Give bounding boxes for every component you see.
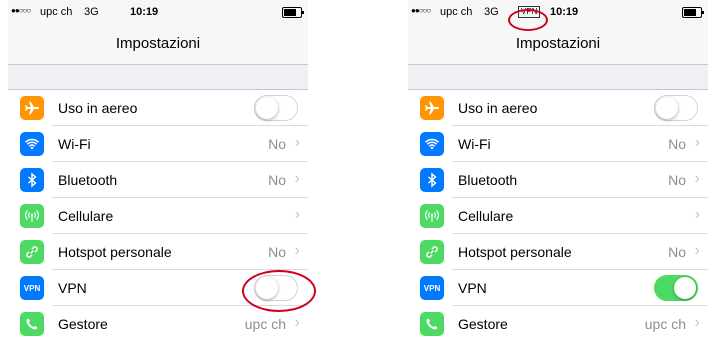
row-value: No — [268, 136, 286, 152]
settings-row-airplane[interactable]: Uso in aereo — [408, 90, 708, 126]
settings-screen-after: ●●○○○ upc ch 3G VPN 10:19 Impostazioni U… — [408, 0, 708, 338]
row-value: No — [268, 244, 286, 260]
settings-row-cellular[interactable]: Cellulare › — [8, 198, 308, 234]
row-value: upc ch — [644, 316, 686, 332]
hotspot-icon — [20, 240, 44, 264]
row-label: Hotspot personale — [58, 244, 172, 260]
row-value: No — [268, 172, 286, 188]
chevron-right-icon: › — [694, 206, 700, 223]
annotation-circle-vpn-toggle — [242, 270, 316, 312]
row-value: No — [668, 172, 686, 188]
row-label: Wi-Fi — [58, 136, 91, 152]
row-label: Bluetooth — [458, 172, 518, 188]
chevron-right-icon: › — [694, 134, 700, 151]
bluetooth-icon — [20, 168, 44, 192]
network-type: 3G — [484, 6, 499, 18]
row-value: No — [668, 244, 686, 260]
settings-row-bluetooth[interactable]: Bluetooth No › — [8, 162, 308, 198]
wifi-icon — [20, 132, 44, 156]
signal-strength: ●●○○○ — [411, 6, 431, 15]
settings-row-carrier[interactable]: Gestore upc ch › — [8, 306, 308, 338]
airplane-toggle[interactable] — [254, 95, 298, 121]
row-label: Uso in aereo — [458, 100, 538, 116]
toggle-knob — [256, 97, 278, 119]
battery-icon — [282, 7, 304, 18]
settings-row-hotspot[interactable]: Hotspot personale No › — [8, 234, 308, 270]
airplane-icon — [20, 96, 44, 120]
vpn-toggle[interactable] — [654, 275, 698, 301]
settings-row-cellular[interactable]: Cellulare › — [408, 198, 708, 234]
carrier-name: upc ch — [440, 6, 473, 18]
row-value: upc ch — [244, 316, 286, 332]
settings-row-bluetooth[interactable]: Bluetooth No › — [408, 162, 708, 198]
status-bar: ●●○○○ upc ch 3G VPN 10:19 — [408, 0, 708, 24]
row-label: VPN — [458, 280, 487, 296]
row-label: VPN — [58, 280, 87, 296]
row-label: Gestore — [458, 316, 508, 332]
settings-row-wifi[interactable]: Wi-Fi No › — [408, 126, 708, 162]
chevron-right-icon: › — [694, 170, 700, 187]
settings-row-wifi[interactable]: Wi-Fi No › — [8, 126, 308, 162]
chevron-right-icon: › — [294, 206, 300, 223]
signal-strength: ●●○○○ — [11, 6, 31, 15]
page-title: Impostazioni — [115, 35, 201, 52]
phone-icon — [20, 312, 44, 336]
wifi-icon — [420, 132, 444, 156]
battery-icon — [682, 7, 704, 18]
row-label: Cellulare — [58, 208, 114, 224]
settings-row-carrier[interactable]: Gestore upc ch › — [408, 306, 708, 338]
clock: 10:19 — [130, 6, 159, 18]
chevron-right-icon: › — [294, 314, 300, 331]
row-value: No — [668, 136, 686, 152]
chevron-right-icon: › — [694, 242, 700, 259]
row-label: Wi-Fi — [458, 136, 491, 152]
hotspot-icon — [420, 240, 444, 264]
chevron-right-icon: › — [694, 314, 700, 331]
status-bar: ●●○○○ upc ch 3G 10:19 — [8, 0, 308, 24]
airplane-icon — [420, 96, 444, 120]
row-label: Hotspot personale — [458, 244, 572, 260]
chevron-right-icon: › — [294, 170, 300, 187]
row-label: Cellulare — [458, 208, 514, 224]
page-title: Impostazioni — [515, 35, 601, 52]
toggle-knob — [656, 97, 678, 119]
airplane-toggle[interactable] — [654, 95, 698, 121]
settings-row-vpn[interactable]: VPN VPN — [408, 270, 708, 306]
toggle-knob — [674, 277, 696, 299]
row-label: Gestore — [58, 316, 108, 332]
bluetooth-icon — [420, 168, 444, 192]
vpn-icon: VPN — [20, 276, 44, 300]
nav-bar: Impostazioni — [8, 24, 308, 65]
settings-row-airplane[interactable]: Uso in aereo — [8, 90, 308, 126]
chevron-right-icon: › — [294, 134, 300, 151]
network-type: 3G — [84, 6, 99, 18]
carrier-name: upc ch — [40, 6, 73, 18]
cellular-icon — [420, 204, 444, 228]
row-label: Uso in aereo — [58, 100, 138, 116]
cellular-icon — [20, 204, 44, 228]
settings-row-hotspot[interactable]: Hotspot personale No › — [408, 234, 708, 270]
vpn-icon: VPN — [420, 276, 444, 300]
clock: 10:19 — [550, 6, 579, 18]
settings-list: Uso in aereo Wi-Fi No › Bluetooth No › C… — [408, 89, 708, 338]
phone-icon — [420, 312, 444, 336]
row-label: Bluetooth — [58, 172, 118, 188]
nav-bar: Impostazioni — [408, 24, 708, 65]
annotation-circle-vpn-badge — [508, 9, 548, 31]
chevron-right-icon: › — [294, 242, 300, 259]
